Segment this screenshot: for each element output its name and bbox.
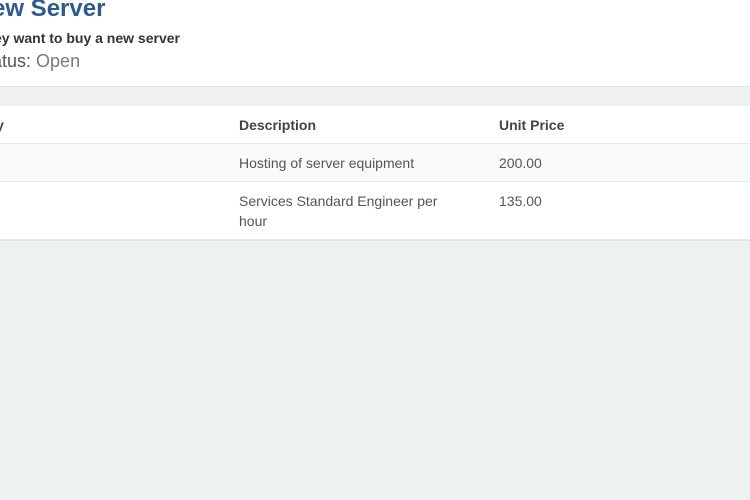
cell-description: Hosting of server equipment [239,143,499,182]
status-label: atus: [0,51,32,71]
cell-quantity [0,181,239,240]
column-header-description: Description [239,106,499,144]
ticket-description: ey want to buy a new server [0,30,180,46]
status-value: Open [36,51,81,71]
line-items-table: y Description Unit Price Hosting of serv… [0,106,750,240]
line-items-panel: y Description Unit Price Hosting of serv… [0,106,750,241]
status-line: atus: Open [0,51,80,72]
table-row: Services Standard Engineer per hour 135.… [0,181,750,240]
table-row: Hosting of server equipment 200.00 [0,143,750,182]
cell-quantity [0,143,239,182]
table-header-row: y Description Unit Price [0,106,750,144]
page-title: ew Server [0,0,106,22]
cell-unit-price: 135.00 [499,181,750,240]
column-header-unit-price: Unit Price [499,106,750,144]
ticket-header: ew Server ey want to buy a new server at… [0,0,750,87]
column-header-quantity: y [0,106,239,144]
cell-description: Services Standard Engineer per hour [239,181,499,240]
cell-unit-price: 200.00 [499,143,750,182]
